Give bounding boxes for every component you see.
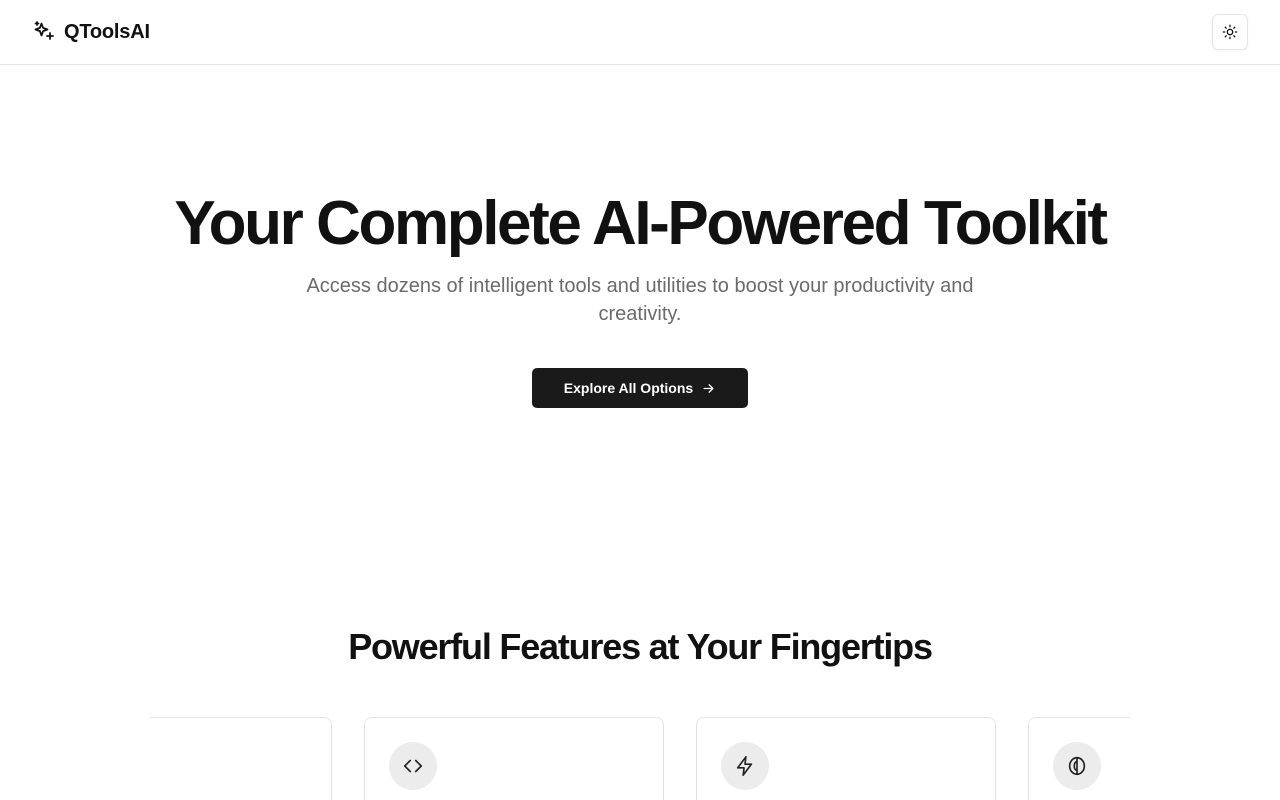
feature-card[interactable] <box>364 717 664 800</box>
theme-toggle-button[interactable] <box>1212 14 1248 50</box>
feature-icon-circle <box>721 742 769 790</box>
brand-name: QToolsAI <box>64 20 150 43</box>
features-carousel <box>150 717 1130 800</box>
feature-icon-circle <box>1053 742 1101 790</box>
brand-logo-link[interactable]: QToolsAI <box>32 20 150 44</box>
hero-subtitle: Access dozens of intelligent tools and u… <box>306 275 974 326</box>
hero-title: Your Complete AI-Powered Toolkit <box>174 189 1108 258</box>
feature-card[interactable] <box>696 717 996 800</box>
cta-label: Explore All Options <box>563 380 694 397</box>
features-title: Powerful Features at Your Fingertips <box>348 626 933 667</box>
brain-icon <box>1068 756 1086 776</box>
feature-icon-circle <box>389 742 437 790</box>
hero-section: Your Complete AI-Powered Toolkit Access … <box>0 65 1280 409</box>
zap-icon <box>736 756 753 776</box>
explore-all-options-button[interactable]: Explore All Options <box>531 368 749 409</box>
top-navbar: QToolsAI <box>0 0 1280 65</box>
feature-card[interactable] <box>1028 717 1130 800</box>
sun-icon <box>1222 24 1238 40</box>
code-icon <box>403 759 423 773</box>
feature-card[interactable] <box>150 717 332 800</box>
arrow-right-icon <box>703 383 714 393</box>
sparkles-icon <box>34 21 54 40</box>
